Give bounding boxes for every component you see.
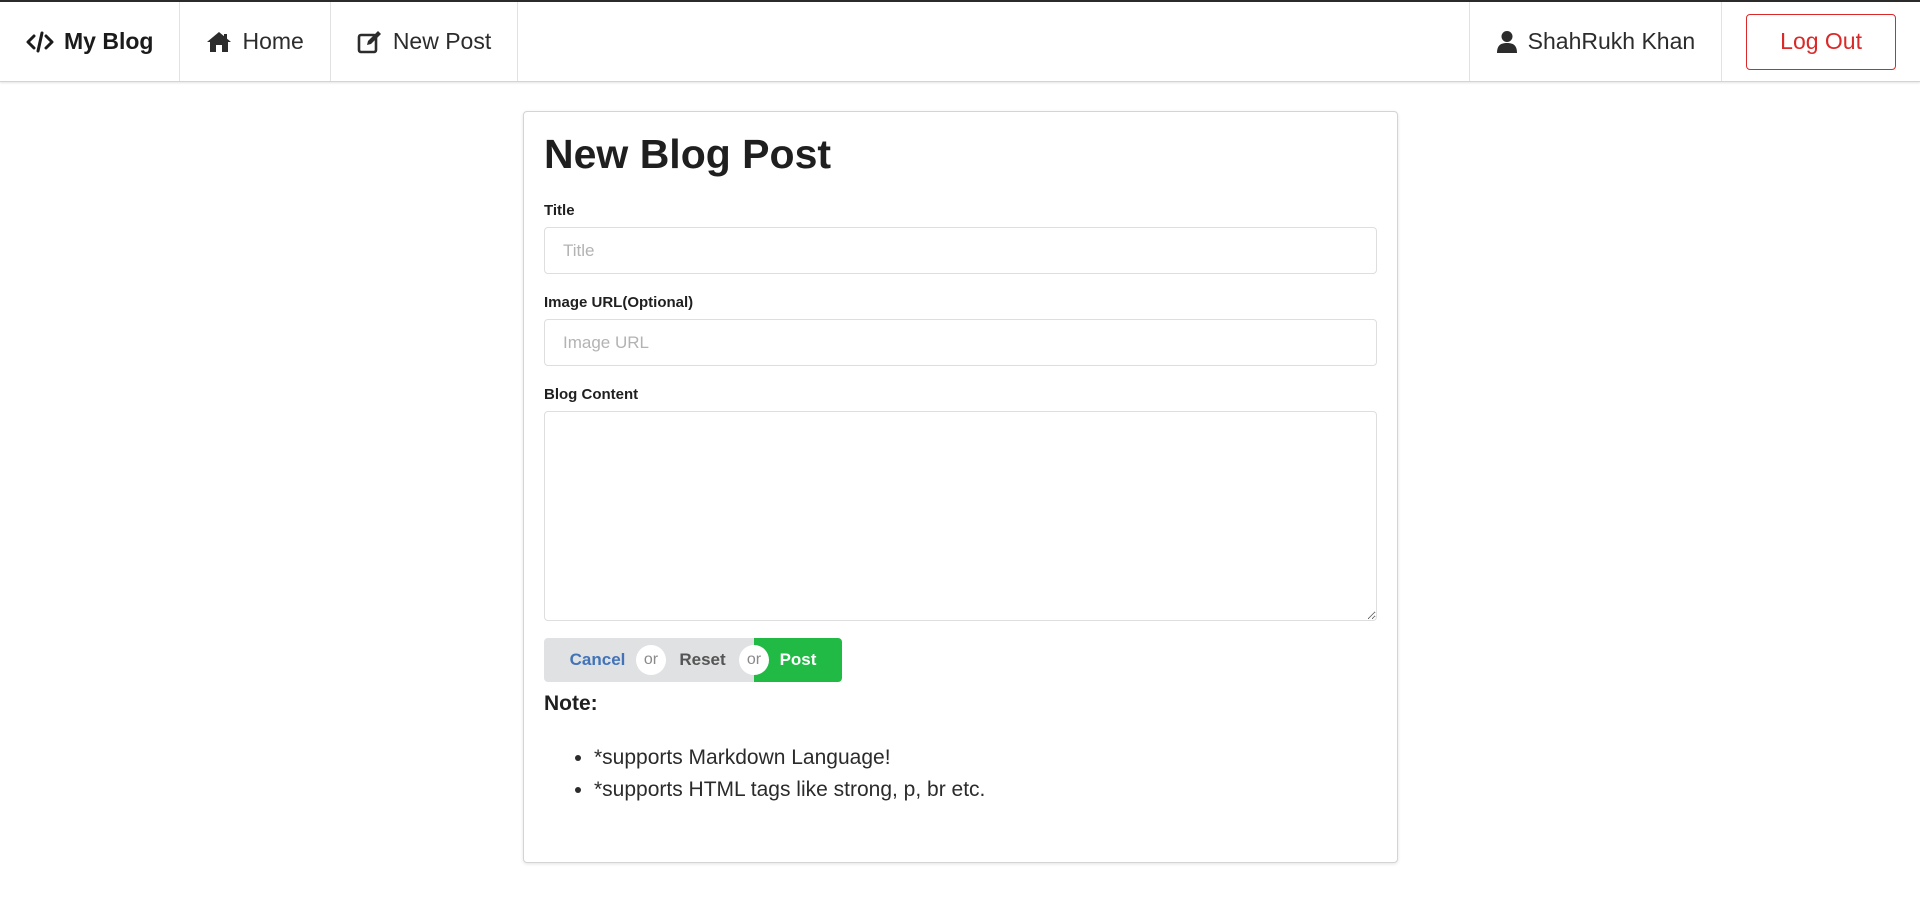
blog-content-textarea[interactable] [544,411,1377,622]
navbar-spacer [518,2,1468,81]
nav-home[interactable]: Home [180,2,331,81]
or-divider: or [636,645,666,676]
page-title: New Blog Post [544,131,832,177]
new-post-card: New Blog Post Title Image URL(Optional) … [523,111,1398,863]
top-navbar: My Blog Home New Post ShahRukh Khan Log … [0,0,1920,82]
logout-button[interactable]: Log Out [1746,13,1896,70]
nav-new-post[interactable]: New Post [331,2,519,81]
or-divider: or [739,645,769,676]
note-item: *supports HTML tags like strong, p, br e… [594,774,1377,806]
note-item: *supports Markdown Language! [594,742,1377,774]
form-button-group: Cancel or Reset or Post [544,638,1377,683]
user-icon [1496,30,1518,54]
image-url-label: Image URL(Optional) [544,294,694,312]
note-list: *supports Markdown Language! *supports H… [544,742,1377,806]
image-url-input[interactable] [544,319,1377,367]
nav-home-label: Home [242,28,304,54]
note-title: Note: [544,692,598,716]
title-label: Title [544,202,575,220]
home-icon [206,31,232,53]
nav-new-post-label: New Post [392,28,492,54]
brand-label: My Blog [64,28,154,54]
user-menu[interactable]: ShahRukh Khan [1468,2,1722,81]
title-input[interactable] [544,227,1377,275]
blog-content-label: Blog Content [544,386,639,404]
code-icon [26,31,54,53]
logout-container: Log Out [1721,2,1920,81]
navbar-right: ShahRukh Khan Log Out [1468,2,1920,81]
user-name: ShahRukh Khan [1527,28,1696,54]
edit-icon [357,30,383,54]
brand-link[interactable]: My Blog [0,2,181,81]
cancel-button[interactable]: Cancel [544,638,651,683]
